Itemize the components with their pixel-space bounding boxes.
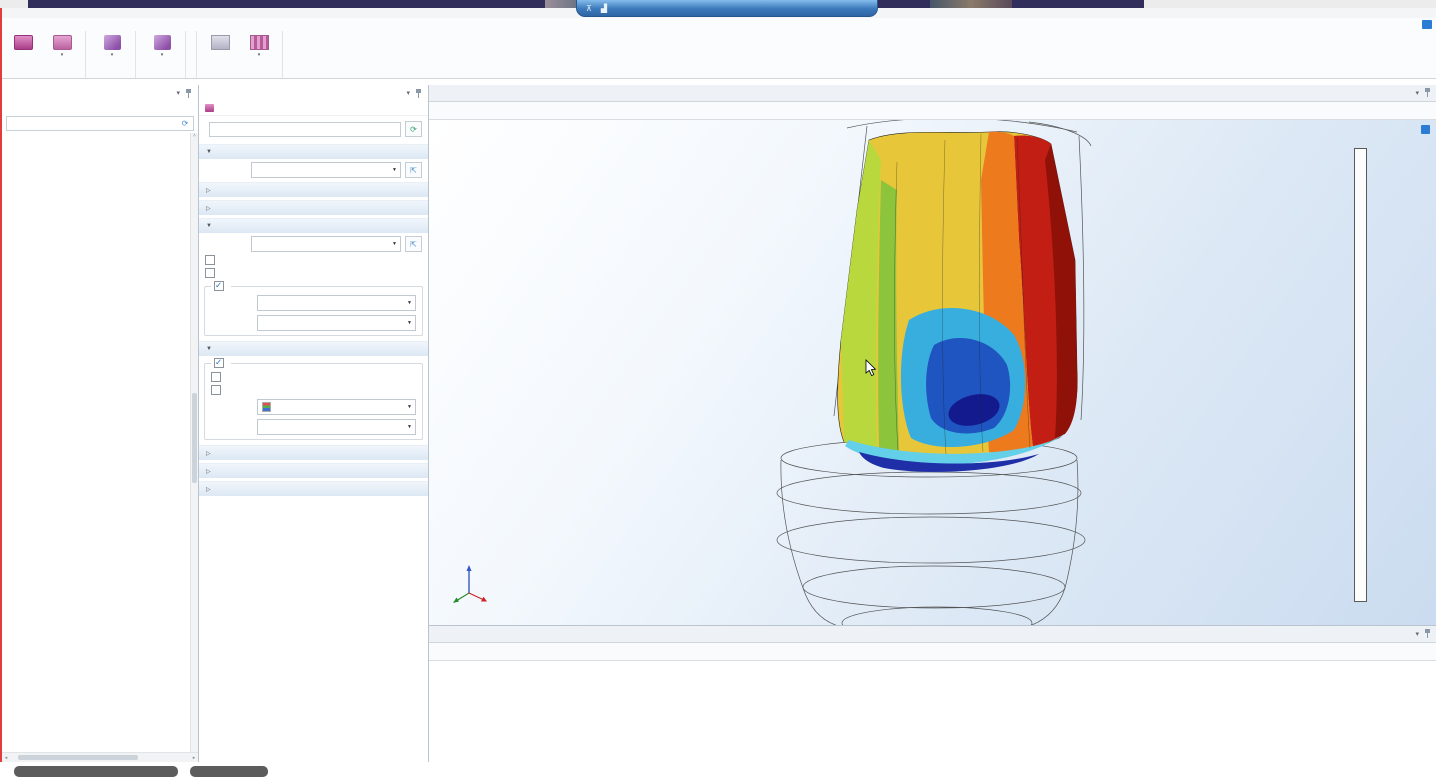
- color-legend: [1352, 148, 1410, 608]
- ribbon-group-select: [186, 31, 197, 78]
- plot-dataset-edges-checkbox[interactable]: [214, 281, 224, 291]
- graphics-panel: ▾: [429, 85, 1436, 625]
- show-legends-checkbox[interactable]: [214, 358, 224, 368]
- graphics-canvas[interactable]: [429, 120, 1436, 625]
- legend-position-select[interactable]: ▼: [257, 399, 416, 415]
- section-number-format[interactable]: ▷: [199, 445, 428, 460]
- panel-menu-icon[interactable]: ▾: [176, 89, 180, 97]
- section-plot-array[interactable]: ▷: [199, 463, 428, 478]
- graphics-tab-bar: ▾: [429, 85, 1436, 102]
- ribbon-tab-bar: [0, 18, 1436, 32]
- section-plot-settings[interactable]: ▼: [199, 218, 428, 233]
- image-icon: [211, 35, 230, 50]
- axis-triad: [447, 559, 495, 611]
- legend-position-icon: [262, 402, 271, 412]
- tree-vertical-scrollbar[interactable]: ˄: [190, 133, 198, 752]
- show-max-min-checkbox[interactable]: [211, 372, 221, 382]
- more-plots-icon: [104, 35, 121, 50]
- model-tree: ˄: [2, 133, 198, 752]
- plot-label-input[interactable]: [209, 122, 401, 137]
- panel-pin-icon[interactable]: [185, 89, 192, 98]
- panel-menu-icon[interactable]: ▾: [1415, 630, 1419, 638]
- ribbon-group-add-plot: ▾: [86, 31, 136, 78]
- pin-icon[interactable]: ⊼: [586, 4, 592, 13]
- go-to-view-icon[interactable]: ⇱: [405, 236, 422, 252]
- edge-color-select[interactable]: ▼: [257, 295, 416, 311]
- plot-button[interactable]: [5, 33, 41, 51]
- show-legends-group: ▼ ▼: [204, 363, 423, 440]
- signal-icon: ▟: [601, 4, 607, 13]
- dataset-select[interactable]: ▼: [251, 162, 401, 178]
- tree-filter-box: ⟳: [6, 116, 194, 131]
- model-builder-panel: ▾ ⟳ ˄ ◂▸: [2, 85, 199, 762]
- information-tab-bar: ▾: [429, 626, 1436, 643]
- evaluation-group-toolbar: [429, 643, 1436, 661]
- section-color-legend[interactable]: ▼: [199, 341, 428, 356]
- update-plot-icon[interactable]: ⟳: [405, 121, 422, 137]
- comsol-application-window: ⊼ ▟ ▾: [0, 0, 1436, 777]
- frame-select[interactable]: ▼: [257, 315, 416, 331]
- more-plots-button[interactable]: ▾: [94, 33, 130, 58]
- ribbon-group-export: ▾: [197, 31, 283, 78]
- ribbon: ▾ ▾ ▾: [0, 31, 1436, 79]
- more-attributes-button[interactable]: ▾: [144, 33, 180, 58]
- plot-dock-icon[interactable]: [1421, 125, 1430, 134]
- go-to-source-icon[interactable]: ⇱: [405, 162, 422, 178]
- panel-menu-icon[interactable]: ▾: [1415, 89, 1419, 97]
- settings-panel: ▾ ⟳ ▼ ▼ ⇱ ▷ ▷ ▼ ▼ ⇱: [199, 85, 429, 762]
- section-data[interactable]: ▼: [199, 144, 428, 159]
- section-window-settings[interactable]: ▷: [199, 481, 428, 496]
- propagate-hiding-checkbox[interactable]: [205, 268, 215, 278]
- ribbon-group-attributes: ▾: [136, 31, 186, 78]
- ribbon-group-plot: ▾: [0, 31, 86, 78]
- settings-plot-button[interactable]: [199, 102, 428, 116]
- export-image-button[interactable]: [202, 33, 238, 51]
- help-icon[interactable]: [1422, 20, 1432, 29]
- legend-bar: [1354, 148, 1367, 602]
- model-builder-toolbar: [2, 101, 198, 114]
- animation-icon: [250, 35, 269, 50]
- plot-icon: [14, 35, 33, 50]
- graphics-toolbar: [429, 102, 1436, 120]
- more-attributes-icon: [154, 35, 171, 50]
- section-selection[interactable]: ▷: [199, 182, 428, 197]
- plot-in-icon: [53, 35, 72, 50]
- panel-pin-icon[interactable]: [415, 89, 422, 98]
- section-title[interactable]: ▷: [199, 200, 428, 215]
- isosurface-plot: [838, 132, 1078, 472]
- plot-icon: [205, 104, 214, 112]
- overlay-button: [190, 766, 268, 777]
- information-panel: ▾: [429, 625, 1436, 763]
- panel-menu-icon[interactable]: ▾: [406, 89, 410, 97]
- export-animation-button[interactable]: ▾: [241, 33, 277, 58]
- show-units-checkbox[interactable]: [211, 385, 221, 395]
- plot-dataset-edges-group: ▼ ▼: [204, 286, 423, 336]
- view-select[interactable]: ▼: [251, 236, 401, 252]
- recording-border: [0, 8, 2, 762]
- legend-text-color-select[interactable]: ▼: [257, 419, 416, 435]
- tree-filter-input[interactable]: [10, 118, 180, 129]
- background-thumbnail: [930, 0, 1012, 8]
- refresh-icon[interactable]: ⟳: [180, 119, 190, 128]
- tree-horizontal-scrollbar[interactable]: ◂▸: [2, 752, 198, 762]
- panel-pin-icon[interactable]: [1424, 88, 1431, 97]
- overlay-toolbar: [14, 766, 178, 777]
- show-hidden-entities-checkbox[interactable]: [205, 255, 215, 265]
- remote-desktop-bar: ⊼ ▟: [576, 0, 878, 17]
- panel-pin-icon[interactable]: [1424, 629, 1431, 638]
- plot-in-button[interactable]: ▾: [44, 33, 80, 58]
